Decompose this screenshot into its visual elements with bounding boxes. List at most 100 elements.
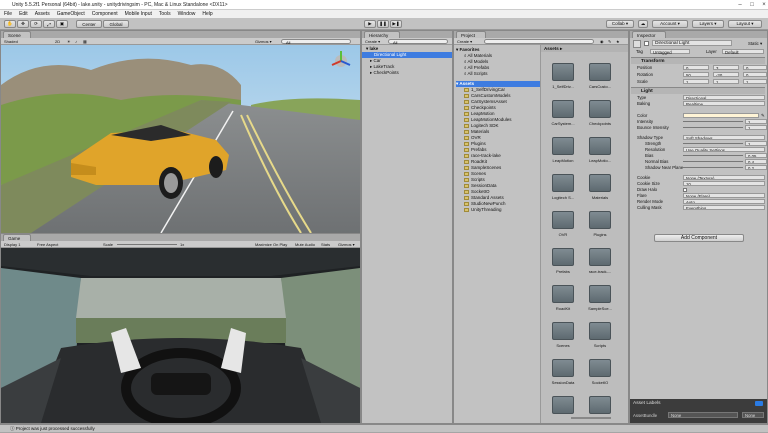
light-row-value[interactable]: 0.2: [745, 165, 767, 170]
minimize-icon[interactable]: –: [736, 2, 744, 8]
layers-button[interactable]: Layers ▾: [692, 20, 724, 28]
scale-y-field[interactable]: 1: [713, 79, 739, 84]
tab-project[interactable]: Project: [456, 31, 486, 38]
menu-tools[interactable]: Tools: [159, 11, 171, 17]
menu-window[interactable]: Window: [178, 11, 196, 17]
tab-inspector[interactable]: Inspector: [632, 31, 666, 38]
transform-header[interactable]: Transform: [631, 57, 765, 64]
asset-folder[interactable]: Scenes: [548, 322, 578, 348]
asset-folder[interactable]: SocketIO: [585, 359, 615, 385]
aspect-dropdown[interactable]: Free Aspect: [37, 242, 58, 247]
thumbnail-size-slider[interactable]: [571, 417, 611, 419]
effects-toggle-icon[interactable]: ▦: [83, 39, 87, 44]
light-row-value[interactable]: Auto: [683, 199, 765, 204]
asset-folder[interactable]: race-track-...: [585, 248, 615, 274]
light-row-value[interactable]: Realtime: [683, 101, 765, 106]
maximize-on-play-toggle[interactable]: Maximize On Play: [255, 242, 287, 247]
scene-gizmos-dropdown[interactable]: Gizmos ▾: [255, 39, 272, 44]
asset-folder[interactable]: [548, 396, 578, 417]
pivot-global-button[interactable]: Global: [103, 20, 129, 28]
position-z-field[interactable]: 0: [743, 65, 767, 70]
scene-search-input[interactable]: All: [281, 39, 351, 45]
game-gizmos-dropdown[interactable]: Gizmos ▾: [338, 242, 355, 247]
hand-tool-icon[interactable]: ✋: [4, 20, 16, 28]
favorite-star-icon[interactable]: ★: [616, 39, 620, 44]
stats-toggle[interactable]: Stats: [321, 242, 330, 247]
bounce-slider[interactable]: [683, 127, 743, 128]
static-toggle[interactable]: Static ▾: [748, 41, 762, 47]
scale-tool-icon[interactable]: ⤢: [43, 20, 55, 28]
eyedropper-icon[interactable]: ✎: [761, 113, 765, 119]
hierarchy-item-checkpoints[interactable]: ▸ CheckPoints: [362, 70, 452, 76]
display-dropdown[interactable]: Display 1: [4, 242, 20, 247]
asset-folder[interactable]: Checkpoints: [585, 100, 615, 126]
pause-button[interactable]: ❚❚: [377, 20, 389, 28]
light-row-value[interactable]: 0.4: [745, 159, 767, 164]
rotation-y-field[interactable]: -30: [713, 72, 739, 77]
tab-game[interactable]: Game: [3, 234, 31, 241]
light-row-value[interactable]: None (Texture): [683, 175, 765, 180]
asset-folder[interactable]: CarSystem...: [548, 100, 578, 126]
light-row-value[interactable]: 1: [745, 119, 767, 124]
game-viewport[interactable]: [1, 248, 360, 423]
layer-dropdown[interactable]: Default: [722, 49, 764, 55]
label-icon[interactable]: [755, 401, 763, 406]
close-icon[interactable]: ×: [760, 2, 768, 8]
normal-bias-slider[interactable]: [683, 161, 743, 162]
move-tool-icon[interactable]: ✥: [17, 20, 29, 28]
audio-toggle-icon[interactable]: ♪: [75, 39, 77, 44]
position-y-field[interactable]: 3: [713, 65, 739, 70]
menu-component[interactable]: Component: [92, 11, 118, 17]
color-swatch[interactable]: [683, 113, 759, 118]
position-x-field[interactable]: 0: [683, 65, 709, 70]
active-checkbox[interactable]: [644, 41, 649, 46]
asset-folder[interactable]: Scripts: [585, 322, 615, 348]
near-plane-slider[interactable]: [683, 167, 743, 168]
hierarchy-search-input[interactable]: All: [388, 39, 448, 45]
strength-slider[interactable]: [683, 143, 743, 144]
object-name-field[interactable]: Directional Light: [652, 40, 732, 46]
tab-hierarchy[interactable]: Hierarchy: [364, 31, 400, 38]
light-row-value[interactable]: Everything: [683, 205, 765, 210]
light-row-value[interactable]: 10: [683, 181, 765, 186]
asset-folder[interactable]: LeapMotio...: [585, 137, 615, 163]
asset-folder[interactable]: SessionData: [548, 359, 578, 385]
light-row-value[interactable]: 1: [745, 125, 767, 130]
light-row-value[interactable]: 0.05: [745, 153, 767, 158]
folder-item[interactable]: UnityThreading: [456, 207, 540, 213]
light-row-value[interactable]: None (Flare): [683, 193, 765, 198]
layout-button[interactable]: Layout ▾: [728, 20, 762, 28]
rotate-tool-icon[interactable]: ⟳: [30, 20, 42, 28]
scale-z-field[interactable]: 1: [743, 79, 767, 84]
step-button[interactable]: ▶❚: [390, 20, 402, 28]
menu-gameobject[interactable]: GameObject: [57, 11, 85, 17]
light-row-value[interactable]: Use Quality Settings: [683, 147, 765, 152]
rotation-z-field[interactable]: 0: [743, 72, 767, 77]
scale-x-field[interactable]: 1: [683, 79, 709, 84]
asset-folder[interactable]: Logitech S...: [548, 174, 578, 200]
account-button[interactable]: Account ▾: [652, 20, 688, 28]
collab-button[interactable]: Collab ▾: [606, 20, 634, 28]
menu-mobile-input[interactable]: Mobile Input: [125, 11, 152, 17]
status-message[interactable]: Project was just processed successfully: [16, 426, 95, 431]
light-row-value[interactable]: 1: [745, 141, 767, 146]
play-button[interactable]: ▶: [364, 20, 376, 28]
lighting-toggle-icon[interactable]: ☀: [67, 39, 71, 44]
filter-label-icon[interactable]: ✎: [608, 39, 611, 44]
asset-folder[interactable]: Materials: [585, 174, 615, 200]
filter-type-icon[interactable]: ◉: [600, 39, 604, 44]
tab-scene[interactable]: Scene: [3, 31, 31, 38]
asset-folder[interactable]: Prefabs: [548, 248, 578, 274]
mode-2d-toggle[interactable]: 2D: [55, 39, 60, 44]
scene-viewport[interactable]: [1, 45, 360, 233]
hierarchy-create-button[interactable]: Create ▾: [365, 39, 380, 44]
menu-edit[interactable]: Edit: [19, 11, 28, 17]
project-create-button[interactable]: Create ▾: [457, 39, 472, 44]
asset-folder[interactable]: Plugins: [585, 211, 615, 237]
light-row-value[interactable]: Directional: [683, 95, 765, 100]
asset-folder[interactable]: RoadKit: [548, 285, 578, 311]
draw-halo-checkbox[interactable]: [683, 187, 687, 192]
shaded-dropdown[interactable]: Shaded: [4, 39, 18, 44]
pivot-center-button[interactable]: Center: [76, 20, 102, 28]
scale-slider[interactable]: [117, 244, 177, 245]
